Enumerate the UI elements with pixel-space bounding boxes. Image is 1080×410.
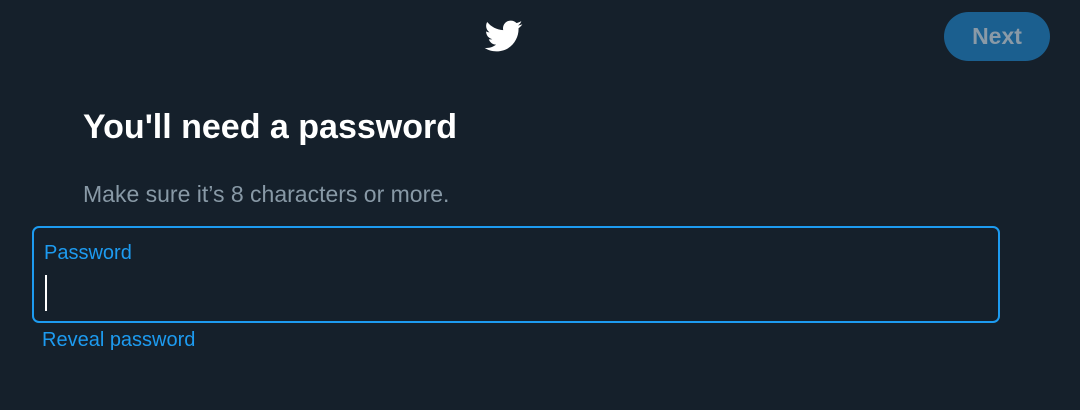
reveal-password-link[interactable]: Reveal password — [42, 326, 195, 354]
top-bar: Next — [0, 0, 1080, 72]
password-field-label: Password — [44, 242, 132, 264]
password-field[interactable]: Password — [32, 226, 1000, 323]
text-cursor — [45, 275, 47, 311]
page-title: You'll need a password — [83, 108, 457, 146]
next-button[interactable]: Next — [944, 12, 1050, 61]
page-subtitle: Make sure it’s 8 characters or more. — [83, 181, 450, 207]
twitter-bird-icon — [480, 16, 526, 56]
